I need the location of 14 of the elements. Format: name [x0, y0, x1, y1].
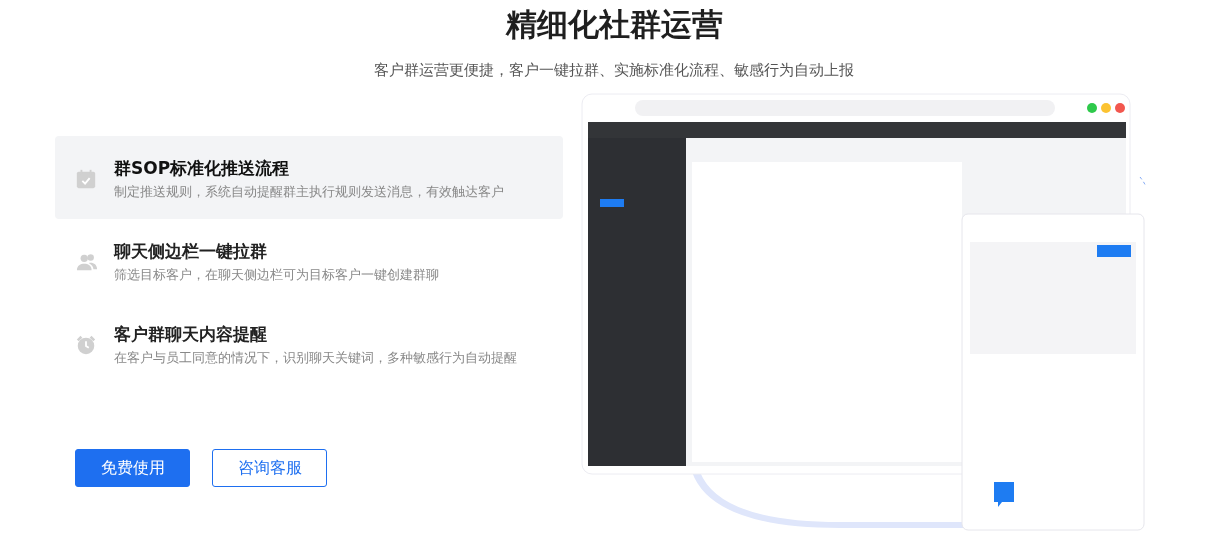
feature-description: 筛选目标客户，在聊天侧边栏可为目标客户一键创建群聊 — [114, 266, 439, 284]
feature-item[interactable]: 聊天侧边栏一键拉群 筛选目标客户，在聊天侧边栏可为目标客户一键创建群聊 — [55, 219, 563, 302]
feature-title: 群SOP标准化推送流程 — [114, 157, 291, 180]
feature-description: 制定推送规则，系统自动提醒群主执行规则发送消息，有效触达客户 — [114, 183, 504, 201]
section-subheading: 客户群运营更便捷，客户一键拉群、实施标准化流程、敏感行为自动上报 — [374, 60, 854, 80]
feature-description: 在客户与员工同意的情况下，识别聊天关键词，多种敏感行为自动提醒 — [114, 349, 517, 367]
feature-title: 客户群聊天内容提醒 — [114, 323, 268, 346]
feature-item[interactable]: 客户群聊天内容提醒 在客户与员工同意的情况下，识别聊天关键词，多种敏感行为自动提醒 — [55, 302, 563, 385]
feature-title: 聊天侧边栏一键拉群 — [114, 240, 268, 263]
section-heading: 精细化社群运营 — [505, 5, 723, 44]
consult-button[interactable]: 咨询客服 — [212, 449, 327, 487]
free-trial-button[interactable]: 免费使用 — [75, 449, 190, 487]
feature-item[interactable]: 群SOP标准化推送流程 制定推送规则，系统自动提醒群主执行规则发送消息，有效触达客户 — [55, 136, 563, 219]
people-icon — [75, 251, 99, 273]
